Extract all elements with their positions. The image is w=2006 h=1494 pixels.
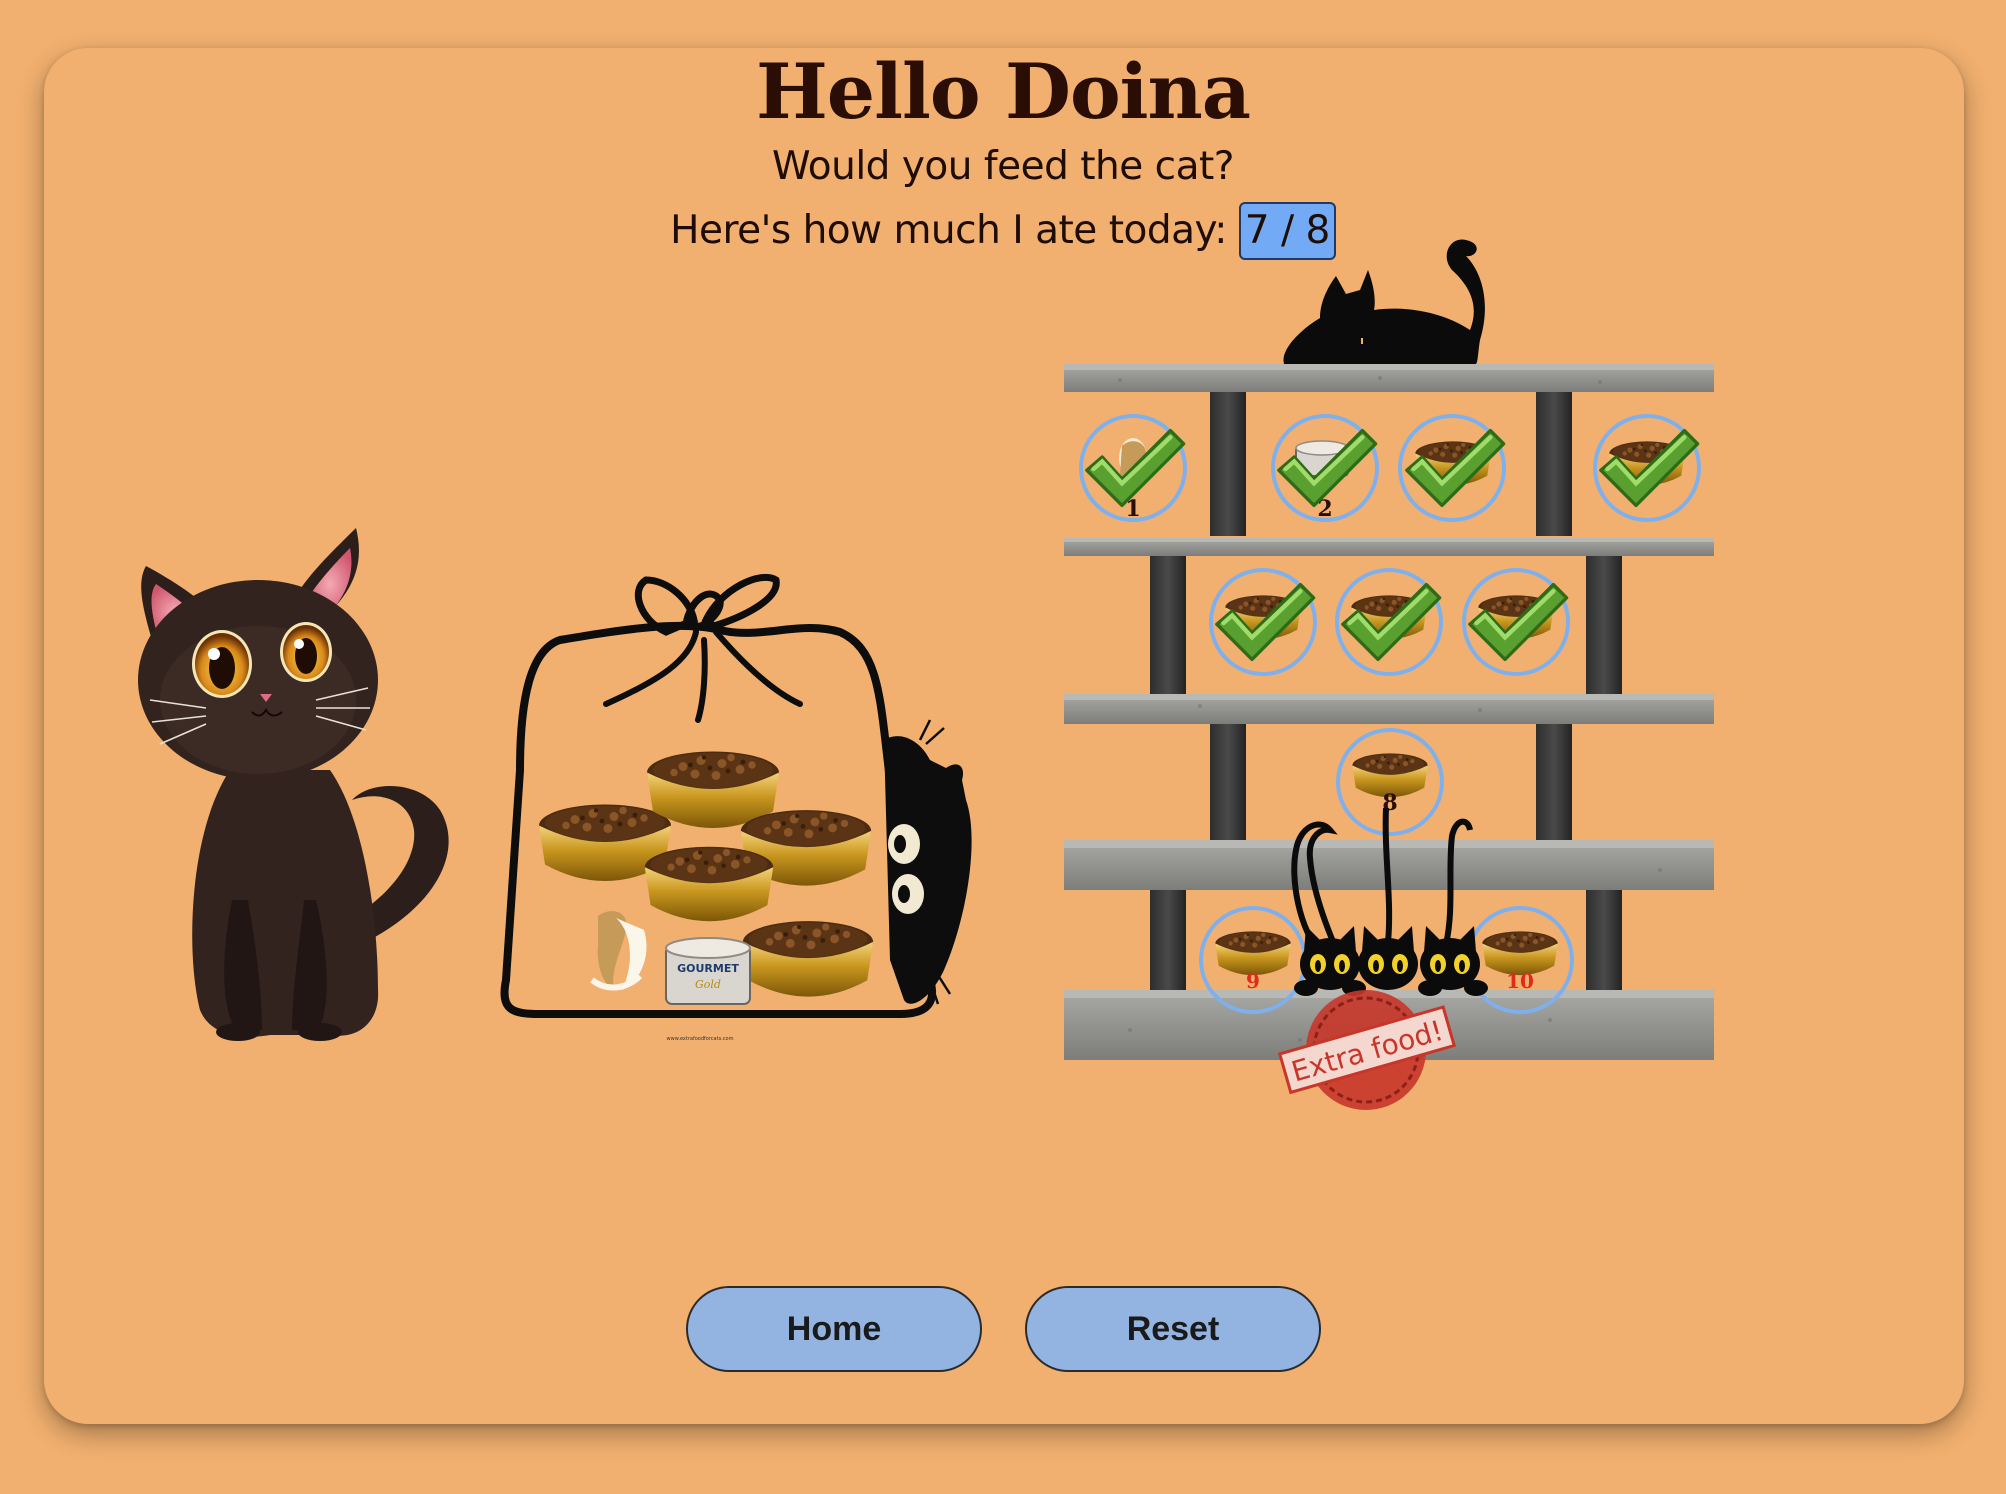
peeking-cat-image — [884, 719, 972, 1005]
home-button[interactable]: Home — [686, 1286, 982, 1372]
lying-cat-silhouette — [1283, 239, 1485, 364]
svg-text:10: 10 — [1506, 969, 1534, 993]
svg-text:Gold: Gold — [695, 978, 721, 991]
scene: GOURMET Gold www.extrafoodforcats.com 1 … — [138, 239, 1714, 1110]
reset-button[interactable]: Reset — [1025, 1286, 1321, 1372]
sitting-cat-image — [138, 528, 449, 1041]
svg-text:GOURMET: GOURMET — [677, 962, 739, 975]
food-bowl-2[interactable]: 2 — [1271, 414, 1379, 522]
food-bowl-7[interactable] — [1462, 568, 1570, 676]
food-bowl-8[interactable]: 8 — [1336, 728, 1444, 836]
food-bowl-5[interactable] — [1209, 568, 1317, 676]
food-bowl-1[interactable]: 1 — [1079, 414, 1187, 522]
food-bowl-4[interactable] — [1593, 414, 1701, 522]
food-bowl-6[interactable] — [1335, 568, 1443, 676]
food-bowl-3[interactable] — [1398, 414, 1506, 522]
food-can-icon: GOURMET Gold — [665, 937, 751, 1005]
svg-text:9: 9 — [1246, 969, 1260, 993]
kittens-image — [1291, 807, 1488, 996]
food-bag-image: GOURMET Gold www.extrafoodforcats.com — [500, 573, 972, 1042]
svg-text:www.extrafoodforcats.com: www.extrafoodforcats.com — [667, 1036, 734, 1042]
